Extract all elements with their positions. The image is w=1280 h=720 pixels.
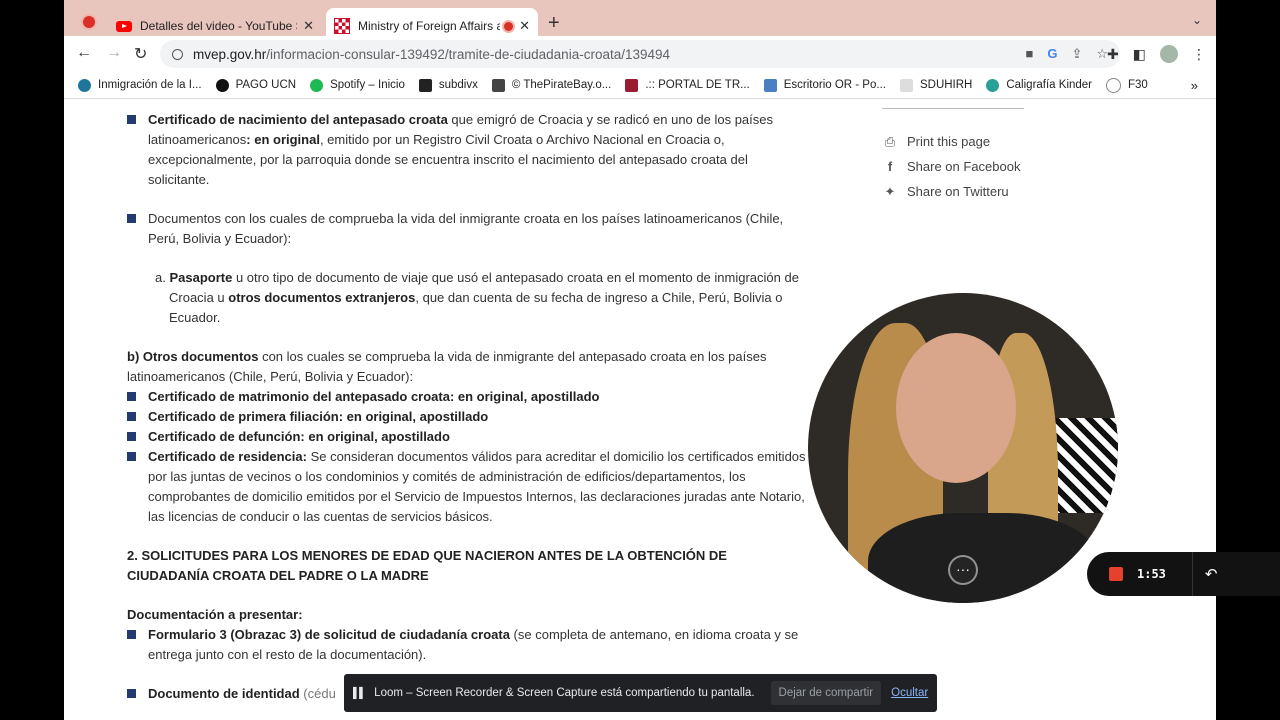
screen-share-bar: ▌▌ Loom – Screen Recorder & Screen Captu… xyxy=(344,674,937,712)
list-item: Certificado de defunción: en original, a… xyxy=(127,427,807,447)
camera-icon[interactable]: ■ xyxy=(1025,46,1033,62)
bookmark-item[interactable]: subdivx xyxy=(418,78,478,92)
hide-link[interactable]: Ocultar xyxy=(891,687,928,699)
side-panel-icon[interactable]: ◧ xyxy=(1133,46,1146,63)
bookmark-item[interactable]: Escritorio OR - Po... xyxy=(763,78,886,92)
stop-recording-button[interactable] xyxy=(1109,567,1123,581)
share-message: Loom – Screen Recorder & Screen Capture … xyxy=(374,687,755,699)
croatia-icon xyxy=(334,18,350,34)
list-item: Certificado de residencia: Se consideran… xyxy=(127,447,807,527)
profile-avatar[interactable] xyxy=(1160,45,1178,63)
bookmarks-bar: Inmigración de la I... PAGO UCN Spotify … xyxy=(64,72,1216,99)
facebook-share-link[interactable]: f Share on Facebook xyxy=(882,154,1024,179)
bookmark-item[interactable]: F30 xyxy=(1106,77,1148,93)
recording-icon xyxy=(504,21,514,31)
lock-icon xyxy=(172,48,183,60)
list-item: Formulario 3 (Obrazac 3) de solicitud de… xyxy=(127,625,807,665)
webcam-bubble[interactable]: ··· xyxy=(808,293,1118,603)
facebook-icon: f xyxy=(887,159,893,174)
recording-timer: 1:53 xyxy=(1137,567,1166,581)
bookmark-item[interactable]: PAGO UCN xyxy=(215,78,296,92)
tab-title: Detalles del video - YouTube St xyxy=(140,19,298,33)
extensions-icon[interactable]: ✚ xyxy=(1107,46,1119,63)
undo-icon[interactable]: ↶ xyxy=(1205,565,1218,583)
spotify-icon xyxy=(310,78,324,92)
list-item: Certificado de primera filiación: en ori… xyxy=(127,407,807,427)
close-tab-icon[interactable]: ✕ xyxy=(519,18,530,34)
google-icon[interactable]: G xyxy=(1047,46,1057,62)
twitter-share-link[interactable]: ✦ Share on Twitteru xyxy=(882,179,1024,204)
close-tab-icon[interactable]: ✕ xyxy=(303,18,314,34)
presenter-face xyxy=(896,333,1016,483)
pirate-ship-icon xyxy=(491,78,505,92)
page-content: Certificado de nacimiento del antepasado… xyxy=(127,110,807,704)
list-item: Documentos con los cuales de comprueba l… xyxy=(127,209,807,249)
twitter-icon: ✦ xyxy=(884,183,896,199)
browser-window: Detalles del video - YouTube St ✕ Minist… xyxy=(64,0,1216,720)
paragraph-b: b) Otros documentos con los cuales se co… xyxy=(127,349,767,384)
subdivx-icon xyxy=(418,78,432,92)
toolbar: ← → ↻ mvep.gov.hr/informacion-consular-1… xyxy=(64,36,1216,72)
stop-sharing-button[interactable]: Dejar de compartir xyxy=(770,681,882,705)
forward-icon[interactable]: → xyxy=(106,44,122,62)
menu-icon[interactable]: ⋮ xyxy=(1192,46,1206,63)
more-bookmarks-icon[interactable]: » xyxy=(1191,78,1198,93)
bookmark-item[interactable]: Caligrafía Kinder xyxy=(986,78,1092,92)
url-host: mvep.gov.hr xyxy=(193,46,267,62)
dt-icon xyxy=(1106,77,1122,93)
list-item: Certificado de matrimonio del antepasado… xyxy=(127,387,807,407)
tab-search-icon[interactable]: ⌄ xyxy=(1192,13,1202,27)
bookmark-item[interactable]: Spotify – Inicio xyxy=(310,78,405,92)
bookmark-item[interactable]: .:: PORTAL DE TR... xyxy=(625,78,750,92)
bookmark-item[interactable]: © ThePirateBay.o... xyxy=(491,78,611,92)
github-icon xyxy=(215,78,229,92)
recording-indicator-icon xyxy=(83,16,95,28)
pause-icon: ▌▌ xyxy=(353,687,366,699)
printer-icon: ⎙ xyxy=(884,133,896,149)
grammarly-icon xyxy=(986,78,1000,92)
more-options-icon[interactable]: ··· xyxy=(948,555,978,585)
youtube-icon xyxy=(116,20,132,32)
bookmark-item[interactable]: SDUHIRH xyxy=(899,78,972,92)
url-path: /informacion-consular-139492/tramite-de-… xyxy=(266,46,671,62)
wordpress-icon xyxy=(78,78,91,92)
chart-icon xyxy=(763,78,777,92)
bookmark-item[interactable]: Inmigración de la I... xyxy=(78,78,202,92)
subsection-heading: Documentación a presentar: xyxy=(127,607,303,622)
section-heading: 2. SOLICITUDES PARA LOS MENORES DE EDAD … xyxy=(127,548,727,583)
back-icon[interactable]: ← xyxy=(76,44,92,62)
print-link[interactable]: ⎙ Print this page xyxy=(882,129,1024,154)
tab-title: Ministry of Foreign Affairs a xyxy=(358,19,501,33)
share-sidebar: ⎙ Print this page f Share on Facebook ✦ Sha… xyxy=(882,108,1024,204)
address-bar[interactable]: mvep.gov.hr/informacion-consular-139492/… xyxy=(160,40,1120,68)
new-tab-icon[interactable]: + xyxy=(548,12,560,35)
sub-item-a: a. Pasaporte u otro tipo de documento de… xyxy=(155,270,799,325)
share-icon[interactable]: ⇪ xyxy=(1071,46,1082,62)
shield-icon xyxy=(625,78,639,92)
list-item: Certificado de nacimiento del antepasado… xyxy=(127,110,807,190)
loom-controls: 1:53 ↶ xyxy=(1087,552,1280,596)
reload-icon[interactable]: ↻ xyxy=(134,44,147,64)
document-icon xyxy=(899,78,913,92)
